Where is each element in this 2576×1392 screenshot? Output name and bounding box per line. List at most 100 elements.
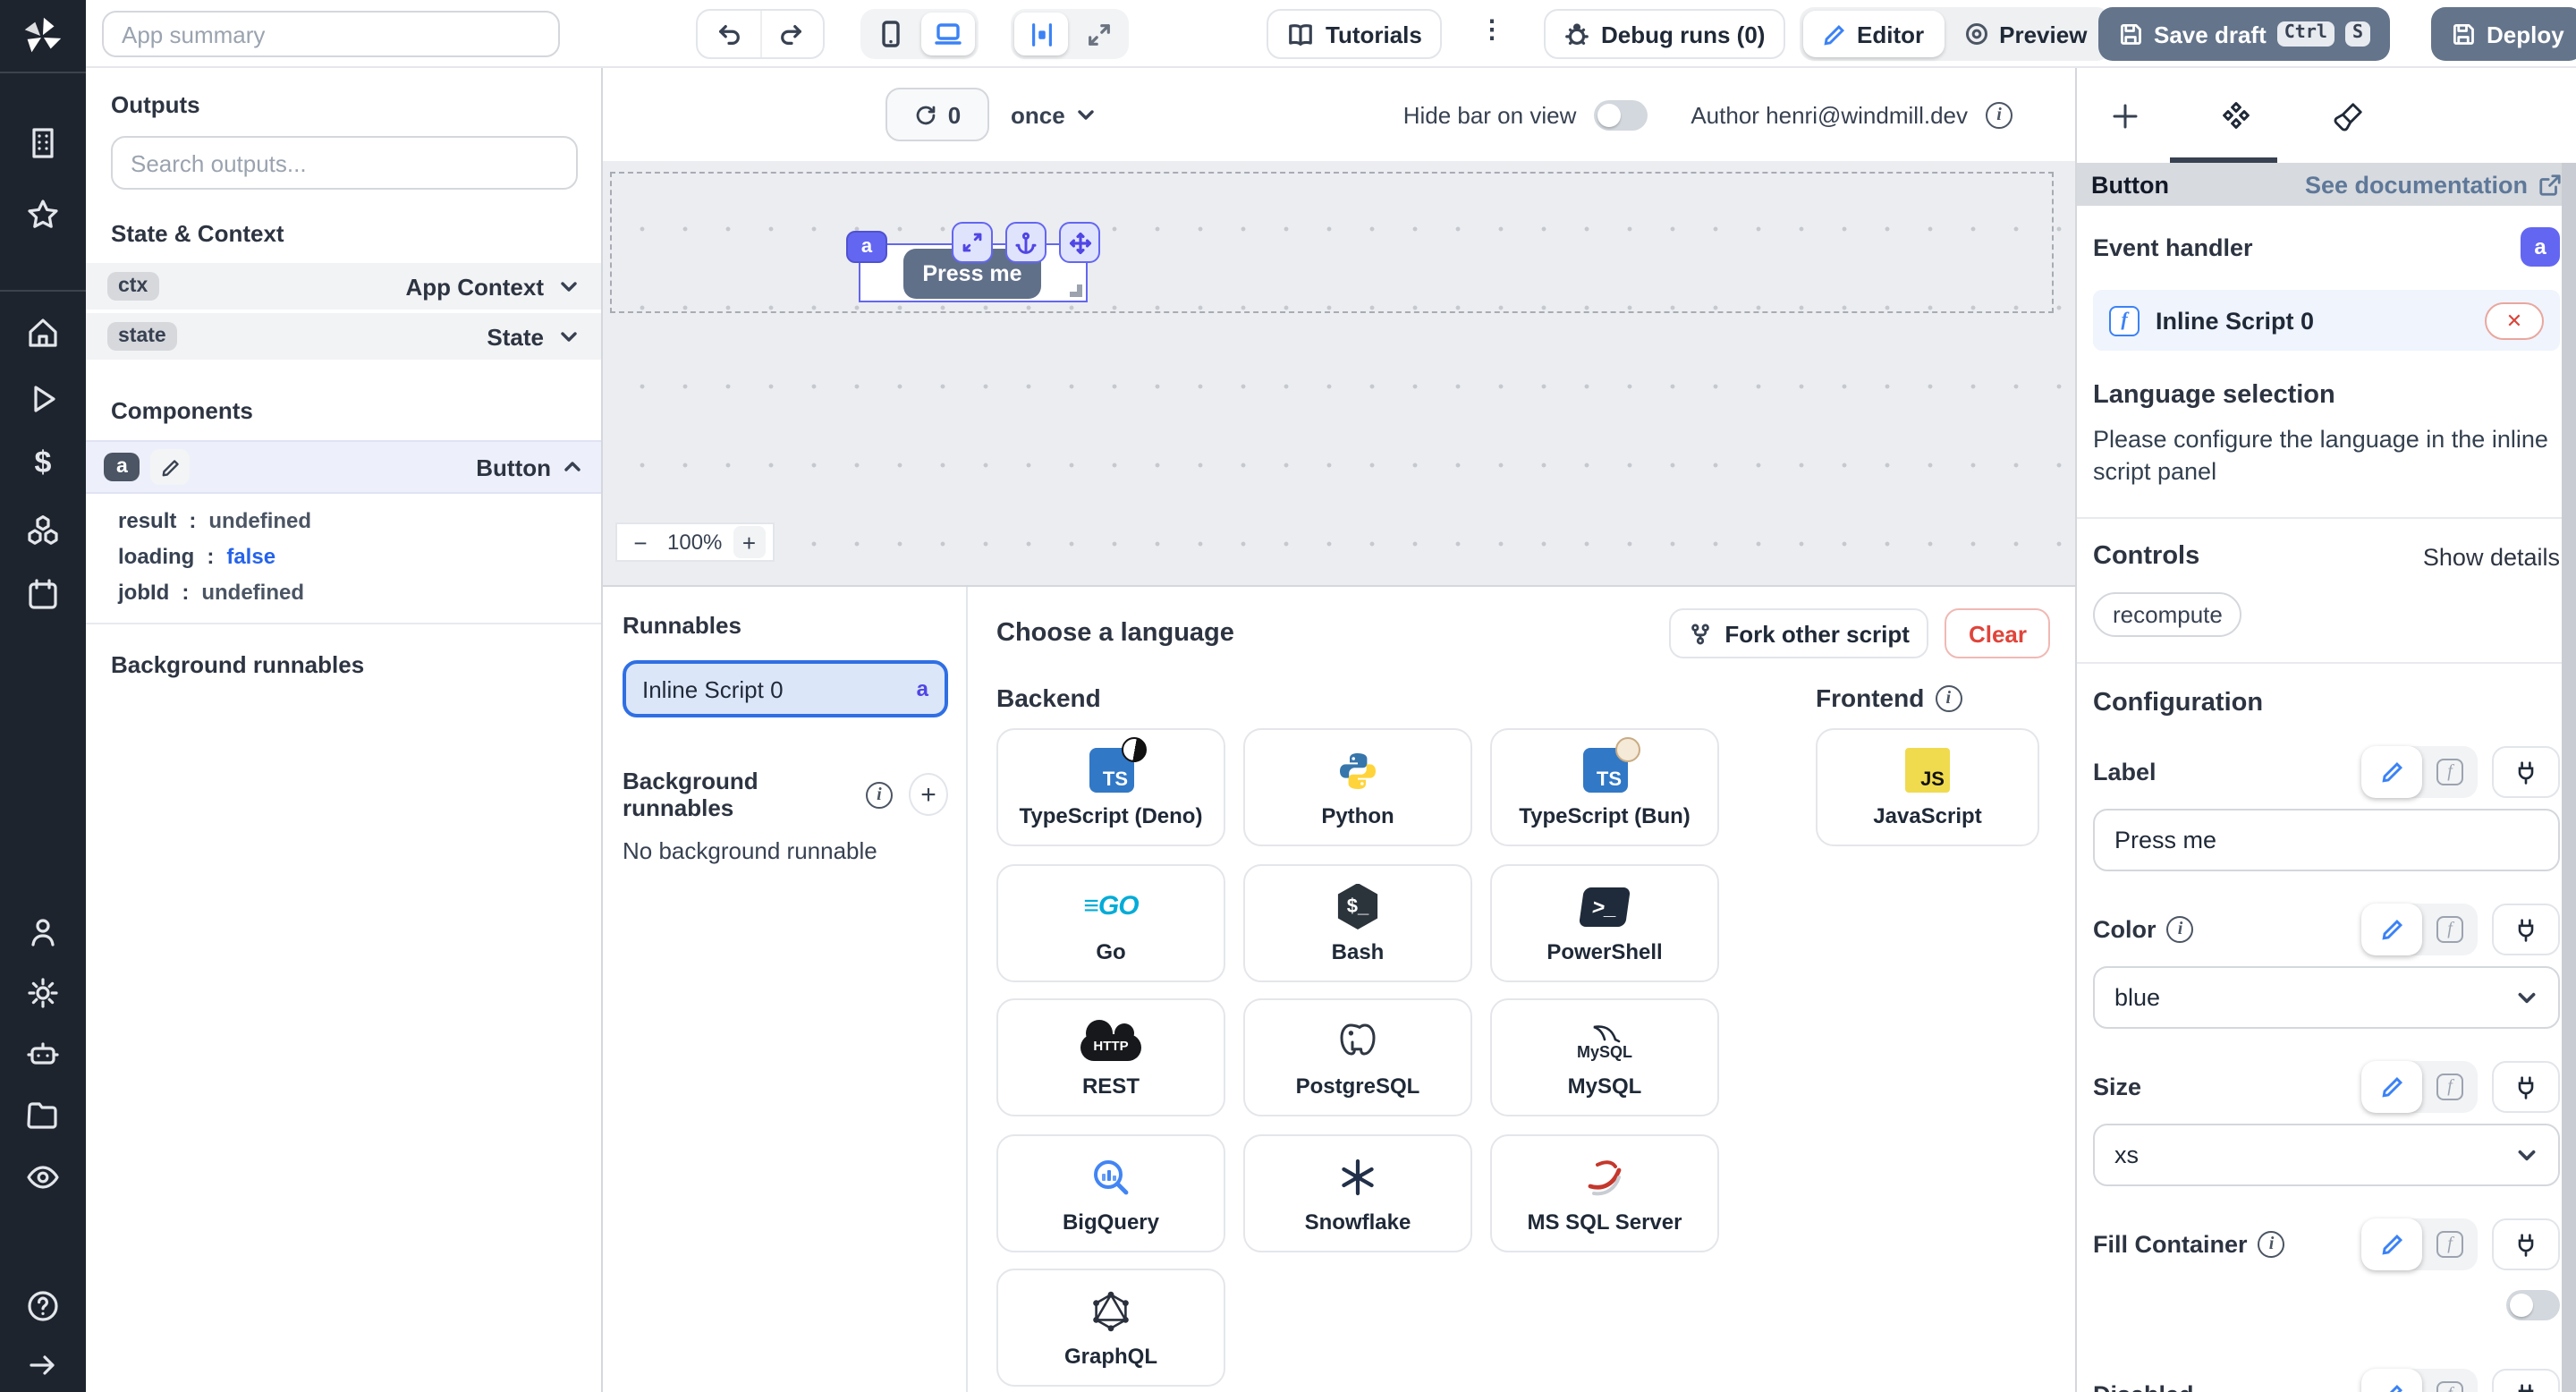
canvas-grid-container[interactable] (610, 172, 2054, 313)
zoom-in-button[interactable]: + (733, 526, 765, 558)
expand-rail-arrow-icon[interactable] (25, 1347, 61, 1383)
home-icon[interactable] (25, 315, 61, 351)
expr-mode-icon[interactable]: f (2422, 1062, 2478, 1114)
language-card-graphql[interactable]: GraphQL (996, 1269, 1225, 1387)
debug-runs-button[interactable]: Debug runs (0) (1544, 9, 1784, 59)
center-align-button[interactable] (1014, 13, 1068, 55)
chevron-down-icon[interactable] (558, 276, 580, 297)
add-background-runnable-button[interactable]: + (909, 773, 948, 816)
fill-container-toggle[interactable] (2506, 1291, 2560, 1321)
runs-icon[interactable] (25, 381, 61, 417)
static-mode-pencil-icon[interactable] (2361, 1062, 2422, 1114)
prop-jobid[interactable]: jobId: undefined (118, 580, 601, 605)
show-details-link[interactable]: Show details (2423, 544, 2560, 571)
disabled-connect-plug-button[interactable] (2492, 1370, 2560, 1392)
static-mode-pencil-icon[interactable] (2361, 1219, 2422, 1271)
chevron-up-icon[interactable] (562, 456, 583, 478)
settings-gear-icon[interactable] (25, 975, 61, 1011)
prop-result[interactable]: result: undefined (118, 508, 601, 533)
editor-tab[interactable]: Editor (1803, 11, 1944, 57)
language-card-rest[interactable]: HTTP REST (996, 998, 1225, 1116)
remove-script-button[interactable]: ✕ (2485, 301, 2544, 339)
language-card-mssql[interactable]: MS SQL Server (1490, 1134, 1719, 1252)
mobile-view-button[interactable] (864, 13, 918, 55)
expr-mode-icon[interactable]: f (2422, 1219, 2478, 1271)
language-card-bash[interactable]: $_ Bash (1243, 864, 1472, 982)
language-card-python[interactable]: Python (1243, 728, 1472, 846)
favorites-star-icon[interactable] (25, 197, 61, 233)
redo-button[interactable] (761, 11, 823, 57)
clear-language-button[interactable]: Clear (1945, 608, 2050, 658)
deploy-button[interactable]: Deploy (2431, 7, 2576, 61)
folders-icon[interactable] (25, 1097, 61, 1133)
tab-component-settings[interactable] (2213, 93, 2259, 140)
component-row-button[interactable]: a Button (86, 440, 601, 494)
rename-pencil-icon[interactable] (151, 449, 191, 485)
tutorials-button[interactable]: Tutorials (1267, 9, 1442, 59)
more-menu-button[interactable]: ⋮ (1479, 14, 1504, 45)
language-card-mysql[interactable]: MySQL MySQL (1490, 998, 1719, 1116)
resources-icon[interactable] (25, 512, 61, 547)
chevron-down-icon[interactable] (558, 326, 580, 347)
language-card-typescript-deno[interactable]: TS TypeScript (Deno) (996, 728, 1225, 846)
variables-icon[interactable]: $ (25, 446, 61, 481)
move-component-button[interactable] (1059, 222, 1100, 263)
info-icon[interactable]: i (2258, 1232, 2285, 1259)
workers-robot-icon[interactable] (25, 1036, 61, 1072)
save-draft-button[interactable]: Save draft Ctrl S (2098, 7, 2390, 61)
zoom-out-button[interactable]: − (624, 526, 657, 558)
runnable-item-inline-script-0[interactable]: Inline Script 0 a (623, 660, 948, 717)
expr-mode-icon[interactable]: f (2422, 904, 2478, 956)
color-connect-plug-button[interactable] (2492, 904, 2560, 956)
help-icon[interactable] (25, 1288, 61, 1324)
desktop-view-button[interactable] (921, 13, 975, 55)
prop-loading[interactable]: loading: false (118, 544, 601, 569)
resize-handle[interactable] (1070, 284, 1082, 297)
fullscreen-button[interactable] (1072, 13, 1125, 55)
language-card-postgresql[interactable]: PostgreSQL (1243, 998, 1472, 1116)
info-icon[interactable]: i (866, 781, 893, 808)
inline-script-row[interactable]: f Inline Script 0 ✕ (2093, 290, 2560, 351)
expand-component-button[interactable] (952, 222, 993, 263)
anchor-component-button[interactable] (1005, 222, 1046, 263)
language-card-snowflake[interactable]: Snowflake (1243, 1134, 1472, 1252)
static-mode-pencil-icon[interactable] (2361, 1370, 2422, 1392)
search-outputs-input[interactable] (111, 136, 578, 190)
language-card-bigquery[interactable]: BigQuery (996, 1134, 1225, 1252)
static-mode-pencil-icon[interactable] (2361, 904, 2422, 956)
size-select[interactable]: xs (2093, 1125, 2560, 1187)
ctx-row[interactable]: ctx App Context (86, 263, 601, 310)
preview-tab[interactable]: Preview (1944, 11, 2106, 57)
fork-other-script-button[interactable]: Fork other script (1669, 608, 1929, 658)
selected-button-component[interactable]: a Press me (859, 243, 1088, 302)
design-canvas[interactable]: a Press me − 100% + (603, 161, 2075, 585)
expr-mode-icon[interactable]: f (2422, 1370, 2478, 1392)
info-icon[interactable]: i (1986, 101, 2012, 128)
label-value-input[interactable] (2093, 810, 2560, 872)
label-connect-plug-button[interactable] (2492, 747, 2560, 799)
language-card-javascript[interactable]: JS JavaScript (1816, 728, 2039, 846)
schedules-icon[interactable] (25, 576, 61, 612)
recompute-badge[interactable]: recompute (2093, 593, 2242, 638)
language-card-go[interactable]: ≡GO Go (996, 864, 1225, 982)
info-icon[interactable]: i (1935, 684, 1962, 711)
hide-bar-toggle[interactable] (1594, 99, 1648, 130)
static-mode-pencil-icon[interactable] (2361, 747, 2422, 799)
tab-styling[interactable] (2324, 93, 2370, 140)
expr-mode-icon[interactable]: f (2422, 747, 2478, 799)
app-summary-input[interactable] (102, 11, 560, 57)
state-row[interactable]: state State (86, 313, 601, 360)
info-icon[interactable]: i (2167, 917, 2194, 944)
windmill-logo[interactable] (18, 13, 66, 61)
see-documentation-link[interactable]: See documentation (2305, 171, 2562, 198)
tab-add-component[interactable] (2102, 93, 2148, 140)
color-select[interactable]: blue (2093, 967, 2560, 1030)
inspector-scrollbar[interactable] (2562, 163, 2576, 1392)
size-connect-plug-button[interactable] (2492, 1062, 2560, 1114)
language-card-typescript-bun[interactable]: TS TypeScript (Bun) (1490, 728, 1719, 846)
users-icon[interactable] (25, 914, 61, 950)
fill-connect-plug-button[interactable] (2492, 1219, 2560, 1271)
refresh-count-button[interactable]: 0 (886, 88, 989, 141)
audit-eye-icon[interactable] (25, 1159, 61, 1195)
language-card-powershell[interactable]: >_ PowerShell (1490, 864, 1719, 982)
